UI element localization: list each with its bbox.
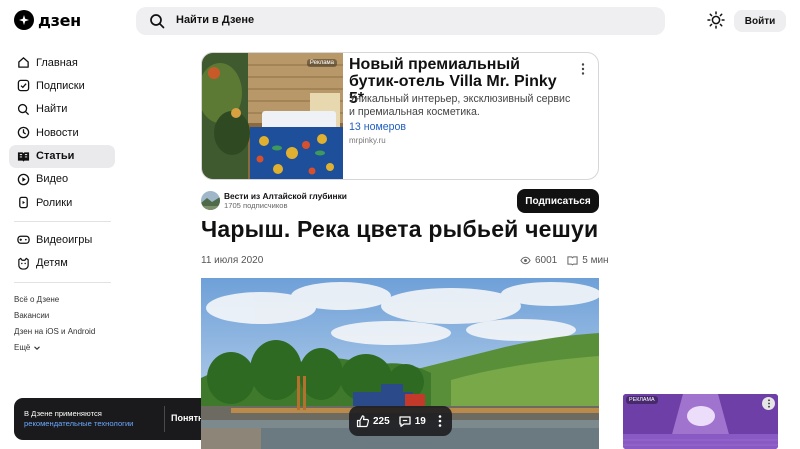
channel-avatar[interactable] bbox=[201, 191, 220, 210]
book-icon bbox=[567, 256, 578, 266]
right-ad-menu-button[interactable] bbox=[762, 397, 775, 410]
channel-name[interactable]: Вести из Алтайской глубинки bbox=[224, 191, 347, 201]
dzen-logo-icon bbox=[14, 10, 34, 30]
sidebar-divider bbox=[14, 281, 111, 283]
articles-icon bbox=[17, 151, 30, 162]
home-icon bbox=[18, 57, 29, 68]
sidebar-item-search[interactable]: Найти bbox=[9, 98, 115, 121]
thumbs-up-icon bbox=[356, 415, 370, 428]
cookie-divider bbox=[164, 406, 165, 432]
footer-more-label: Ещё bbox=[14, 343, 31, 352]
sun-icon[interactable] bbox=[707, 11, 725, 29]
sidebar-item-home[interactable]: Главная bbox=[9, 51, 115, 74]
article-title: Чарыш. Река цвета рыбьей чешуи bbox=[201, 216, 599, 242]
footer-link-about[interactable]: Всё о Дзене bbox=[14, 292, 95, 308]
news-icon bbox=[17, 126, 30, 139]
right-ad-banner[interactable]: РЕКЛАМА bbox=[623, 394, 778, 449]
sidebar-divider bbox=[14, 221, 111, 223]
search-icon bbox=[17, 103, 30, 115]
sidebar-footer-links: Всё о Дзене Вакансии Дзен на iOS и Andro… bbox=[14, 292, 95, 356]
read-time: 5 мин bbox=[582, 255, 609, 266]
ad-description: Уникальный интерьер, эксклюзивный сервис… bbox=[349, 93, 571, 118]
sidebar-item-kids[interactable]: Детям bbox=[9, 252, 115, 275]
sidebar-item-label: Главная bbox=[36, 56, 78, 69]
recommendation-tech-link[interactable]: рекомендательные технологии bbox=[24, 419, 133, 429]
sidebar-item-label: Видео bbox=[36, 173, 69, 186]
comment-icon bbox=[399, 416, 411, 427]
hotel-room-image bbox=[202, 53, 343, 179]
subscriptions-icon bbox=[17, 80, 30, 92]
like-button[interactable]: 225 bbox=[356, 414, 390, 428]
sidebar-item-label: Статьи bbox=[36, 150, 75, 163]
sidebar-item-subscriptions[interactable]: Подписки bbox=[9, 74, 115, 97]
ad-domain: mrpinky.ru bbox=[349, 136, 386, 145]
shorts-icon bbox=[19, 197, 28, 209]
reaction-bar: 225 19 bbox=[349, 406, 452, 436]
article-meta: 6001 5 мин bbox=[520, 255, 609, 266]
ad-card[interactable]: Реклама Новый премиальный бутик-отель Vi… bbox=[201, 52, 599, 180]
article-date: 11 июля 2020 bbox=[201, 255, 264, 266]
comments-button[interactable]: 19 bbox=[398, 414, 426, 428]
sidebar-item-video[interactable]: Видео bbox=[9, 168, 115, 191]
login-button[interactable]: Войти bbox=[734, 10, 786, 32]
dzen-logo[interactable]: дзен bbox=[14, 10, 81, 30]
sidebar-item-shorts[interactable]: Ролики bbox=[9, 191, 115, 214]
views-count: 6001 bbox=[535, 255, 558, 266]
channel-subscribers: 1705 подписчиков bbox=[224, 201, 288, 210]
search-bar[interactable]: Найти в Дзене bbox=[136, 7, 665, 35]
sidebar-item-label: Детям bbox=[36, 257, 68, 270]
gamepad-icon bbox=[17, 235, 30, 245]
cookie-notice: В Дзене применяются рекомендательные тех… bbox=[14, 398, 219, 440]
ad-badge: Реклама bbox=[306, 59, 337, 67]
footer-more-button[interactable]: Ещё bbox=[14, 340, 95, 356]
sidebar-item-label: Новости bbox=[36, 126, 79, 139]
avatar-image bbox=[201, 191, 220, 210]
sidebar-item-label: Найти bbox=[36, 103, 68, 116]
footer-link-vacancies[interactable]: Вакансии bbox=[14, 308, 95, 324]
video-icon bbox=[17, 173, 30, 186]
sidebar-item-label: Ролики bbox=[36, 196, 73, 209]
comments-count: 19 bbox=[414, 415, 426, 427]
likes-count: 225 bbox=[373, 415, 390, 427]
subscribe-button[interactable]: Подписаться bbox=[517, 189, 599, 213]
more-vertical-icon bbox=[767, 399, 770, 408]
sidebar-item-label: Подписки bbox=[36, 79, 85, 92]
cookie-line: В Дзене применяются bbox=[24, 409, 102, 418]
sidebar-item-articles[interactable]: Статьи bbox=[9, 144, 115, 168]
eye-icon bbox=[520, 256, 531, 265]
chevron-down-icon bbox=[34, 346, 41, 350]
kids-icon bbox=[18, 257, 29, 270]
sidebar-item-videogames[interactable]: Видеоигры bbox=[9, 228, 115, 251]
search-placeholder: Найти в Дзене bbox=[176, 14, 255, 26]
ad-image[interactable]: Реклама bbox=[202, 53, 343, 179]
sidebar-nav: Главная Подписки Найти Новости Статьи Ви… bbox=[9, 51, 115, 289]
sidebar-item-news[interactable]: Новости bbox=[9, 121, 115, 144]
search-icon bbox=[150, 14, 165, 29]
logo-text: дзен bbox=[38, 10, 81, 30]
right-ad-badge: РЕКЛАМА bbox=[626, 396, 658, 404]
cookie-text: В Дзене применяются рекомендательные тех… bbox=[24, 409, 133, 429]
ad-link[interactable]: 13 номеров bbox=[349, 121, 406, 133]
sidebar-item-label: Видеоигры bbox=[36, 233, 93, 246]
more-vertical-icon[interactable] bbox=[436, 414, 444, 428]
more-vertical-icon[interactable] bbox=[578, 62, 588, 76]
footer-link-apps[interactable]: Дзен на iOS и Android bbox=[14, 324, 95, 340]
